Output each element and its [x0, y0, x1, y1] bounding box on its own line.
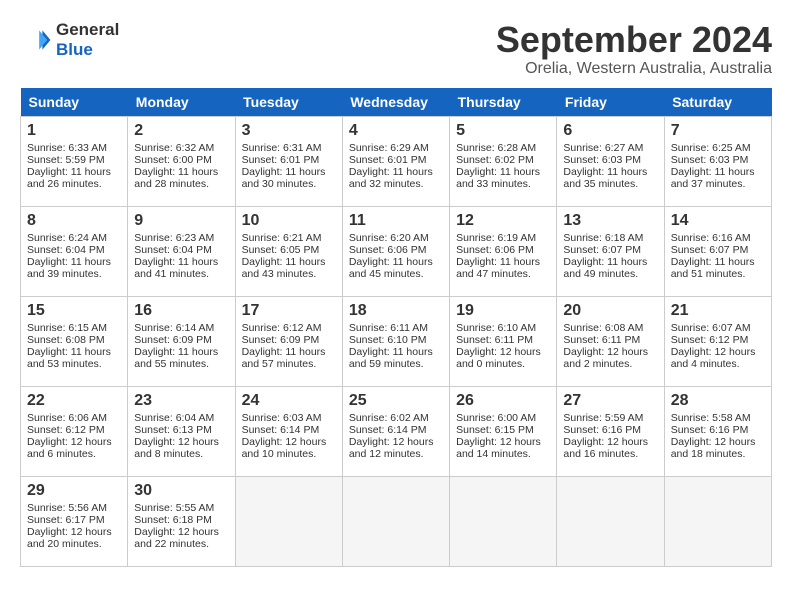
day-10: 10Sunrise: 6:21 AMSunset: 6:05 PMDayligh… — [235, 206, 342, 296]
day-14: 14Sunrise: 6:16 AMSunset: 6:07 PMDayligh… — [664, 206, 771, 296]
day-13: 13Sunrise: 6:18 AMSunset: 6:07 PMDayligh… — [557, 206, 664, 296]
day-6: 6Sunrise: 6:27 AMSunset: 6:03 PMDaylight… — [557, 116, 664, 206]
day-16: 16Sunrise: 6:14 AMSunset: 6:09 PMDayligh… — [128, 296, 235, 386]
week-row-3: 15Sunrise: 6:15 AMSunset: 6:08 PMDayligh… — [21, 296, 772, 386]
col-sunday: Sunday — [21, 88, 128, 117]
day-30: 30Sunrise: 5:55 AMSunset: 6:18 PMDayligh… — [128, 476, 235, 566]
day-20: 20Sunrise: 6:08 AMSunset: 6:11 PMDayligh… — [557, 296, 664, 386]
day-21: 21Sunrise: 6:07 AMSunset: 6:12 PMDayligh… — [664, 296, 771, 386]
title-section: September 2024 Orelia, Western Australia… — [496, 20, 772, 78]
col-tuesday: Tuesday — [235, 88, 342, 117]
day-23: 23Sunrise: 6:04 AMSunset: 6:13 PMDayligh… — [128, 386, 235, 476]
header-row: Sunday Monday Tuesday Wednesday Thursday… — [21, 88, 772, 117]
day-15: 15Sunrise: 6:15 AMSunset: 6:08 PMDayligh… — [21, 296, 128, 386]
day-empty — [557, 476, 664, 566]
day-22: 22Sunrise: 6:06 AMSunset: 6:12 PMDayligh… — [21, 386, 128, 476]
day-25: 25Sunrise: 6:02 AMSunset: 6:14 PMDayligh… — [342, 386, 449, 476]
week-row-1: 1Sunrise: 6:33 AMSunset: 5:59 PMDaylight… — [21, 116, 772, 206]
calendar-header: Sunday Monday Tuesday Wednesday Thursday… — [21, 88, 772, 117]
calendar-subtitle: Orelia, Western Australia, Australia — [496, 60, 772, 78]
day-29: 29Sunrise: 5:56 AMSunset: 6:17 PMDayligh… — [21, 476, 128, 566]
day-28: 28Sunrise: 5:58 AMSunset: 6:16 PMDayligh… — [664, 386, 771, 476]
logo-icon — [20, 24, 52, 56]
day-27: 27Sunrise: 5:59 AMSunset: 6:16 PMDayligh… — [557, 386, 664, 476]
day-26: 26Sunrise: 6:00 AMSunset: 6:15 PMDayligh… — [450, 386, 557, 476]
col-saturday: Saturday — [664, 88, 771, 117]
logo-general: General — [56, 20, 119, 40]
day-empty — [235, 476, 342, 566]
logo: General Blue — [20, 20, 119, 60]
col-friday: Friday — [557, 88, 664, 117]
week-row-4: 22Sunrise: 6:06 AMSunset: 6:12 PMDayligh… — [21, 386, 772, 476]
day-11: 11Sunrise: 6:20 AMSunset: 6:06 PMDayligh… — [342, 206, 449, 296]
logo-text: General Blue — [56, 20, 119, 60]
logo-blue: Blue — [56, 40, 119, 60]
col-wednesday: Wednesday — [342, 88, 449, 117]
calendar-body: 1Sunrise: 6:33 AMSunset: 5:59 PMDaylight… — [21, 116, 772, 566]
col-monday: Monday — [128, 88, 235, 117]
week-row-2: 8Sunrise: 6:24 AMSunset: 6:04 PMDaylight… — [21, 206, 772, 296]
day-12: 12Sunrise: 6:19 AMSunset: 6:06 PMDayligh… — [450, 206, 557, 296]
calendar-title: September 2024 — [496, 20, 772, 60]
day-empty — [342, 476, 449, 566]
day-empty — [450, 476, 557, 566]
day-17: 17Sunrise: 6:12 AMSunset: 6:09 PMDayligh… — [235, 296, 342, 386]
day-5: 5Sunrise: 6:28 AMSunset: 6:02 PMDaylight… — [450, 116, 557, 206]
day-8: 8Sunrise: 6:24 AMSunset: 6:04 PMDaylight… — [21, 206, 128, 296]
day-19: 19Sunrise: 6:10 AMSunset: 6:11 PMDayligh… — [450, 296, 557, 386]
calendar-table: Sunday Monday Tuesday Wednesday Thursday… — [20, 88, 772, 567]
day-7: 7Sunrise: 6:25 AMSunset: 6:03 PMDaylight… — [664, 116, 771, 206]
day-18: 18Sunrise: 6:11 AMSunset: 6:10 PMDayligh… — [342, 296, 449, 386]
day-2: 2Sunrise: 6:32 AMSunset: 6:00 PMDaylight… — [128, 116, 235, 206]
day-3: 3Sunrise: 6:31 AMSunset: 6:01 PMDaylight… — [235, 116, 342, 206]
day-9: 9Sunrise: 6:23 AMSunset: 6:04 PMDaylight… — [128, 206, 235, 296]
col-thursday: Thursday — [450, 88, 557, 117]
day-24: 24Sunrise: 6:03 AMSunset: 6:14 PMDayligh… — [235, 386, 342, 476]
day-empty — [664, 476, 771, 566]
day-4: 4Sunrise: 6:29 AMSunset: 6:01 PMDaylight… — [342, 116, 449, 206]
day-1: 1Sunrise: 6:33 AMSunset: 5:59 PMDaylight… — [21, 116, 128, 206]
page-header: General Blue September 2024 Orelia, West… — [20, 20, 772, 78]
week-row-5: 29Sunrise: 5:56 AMSunset: 6:17 PMDayligh… — [21, 476, 772, 566]
